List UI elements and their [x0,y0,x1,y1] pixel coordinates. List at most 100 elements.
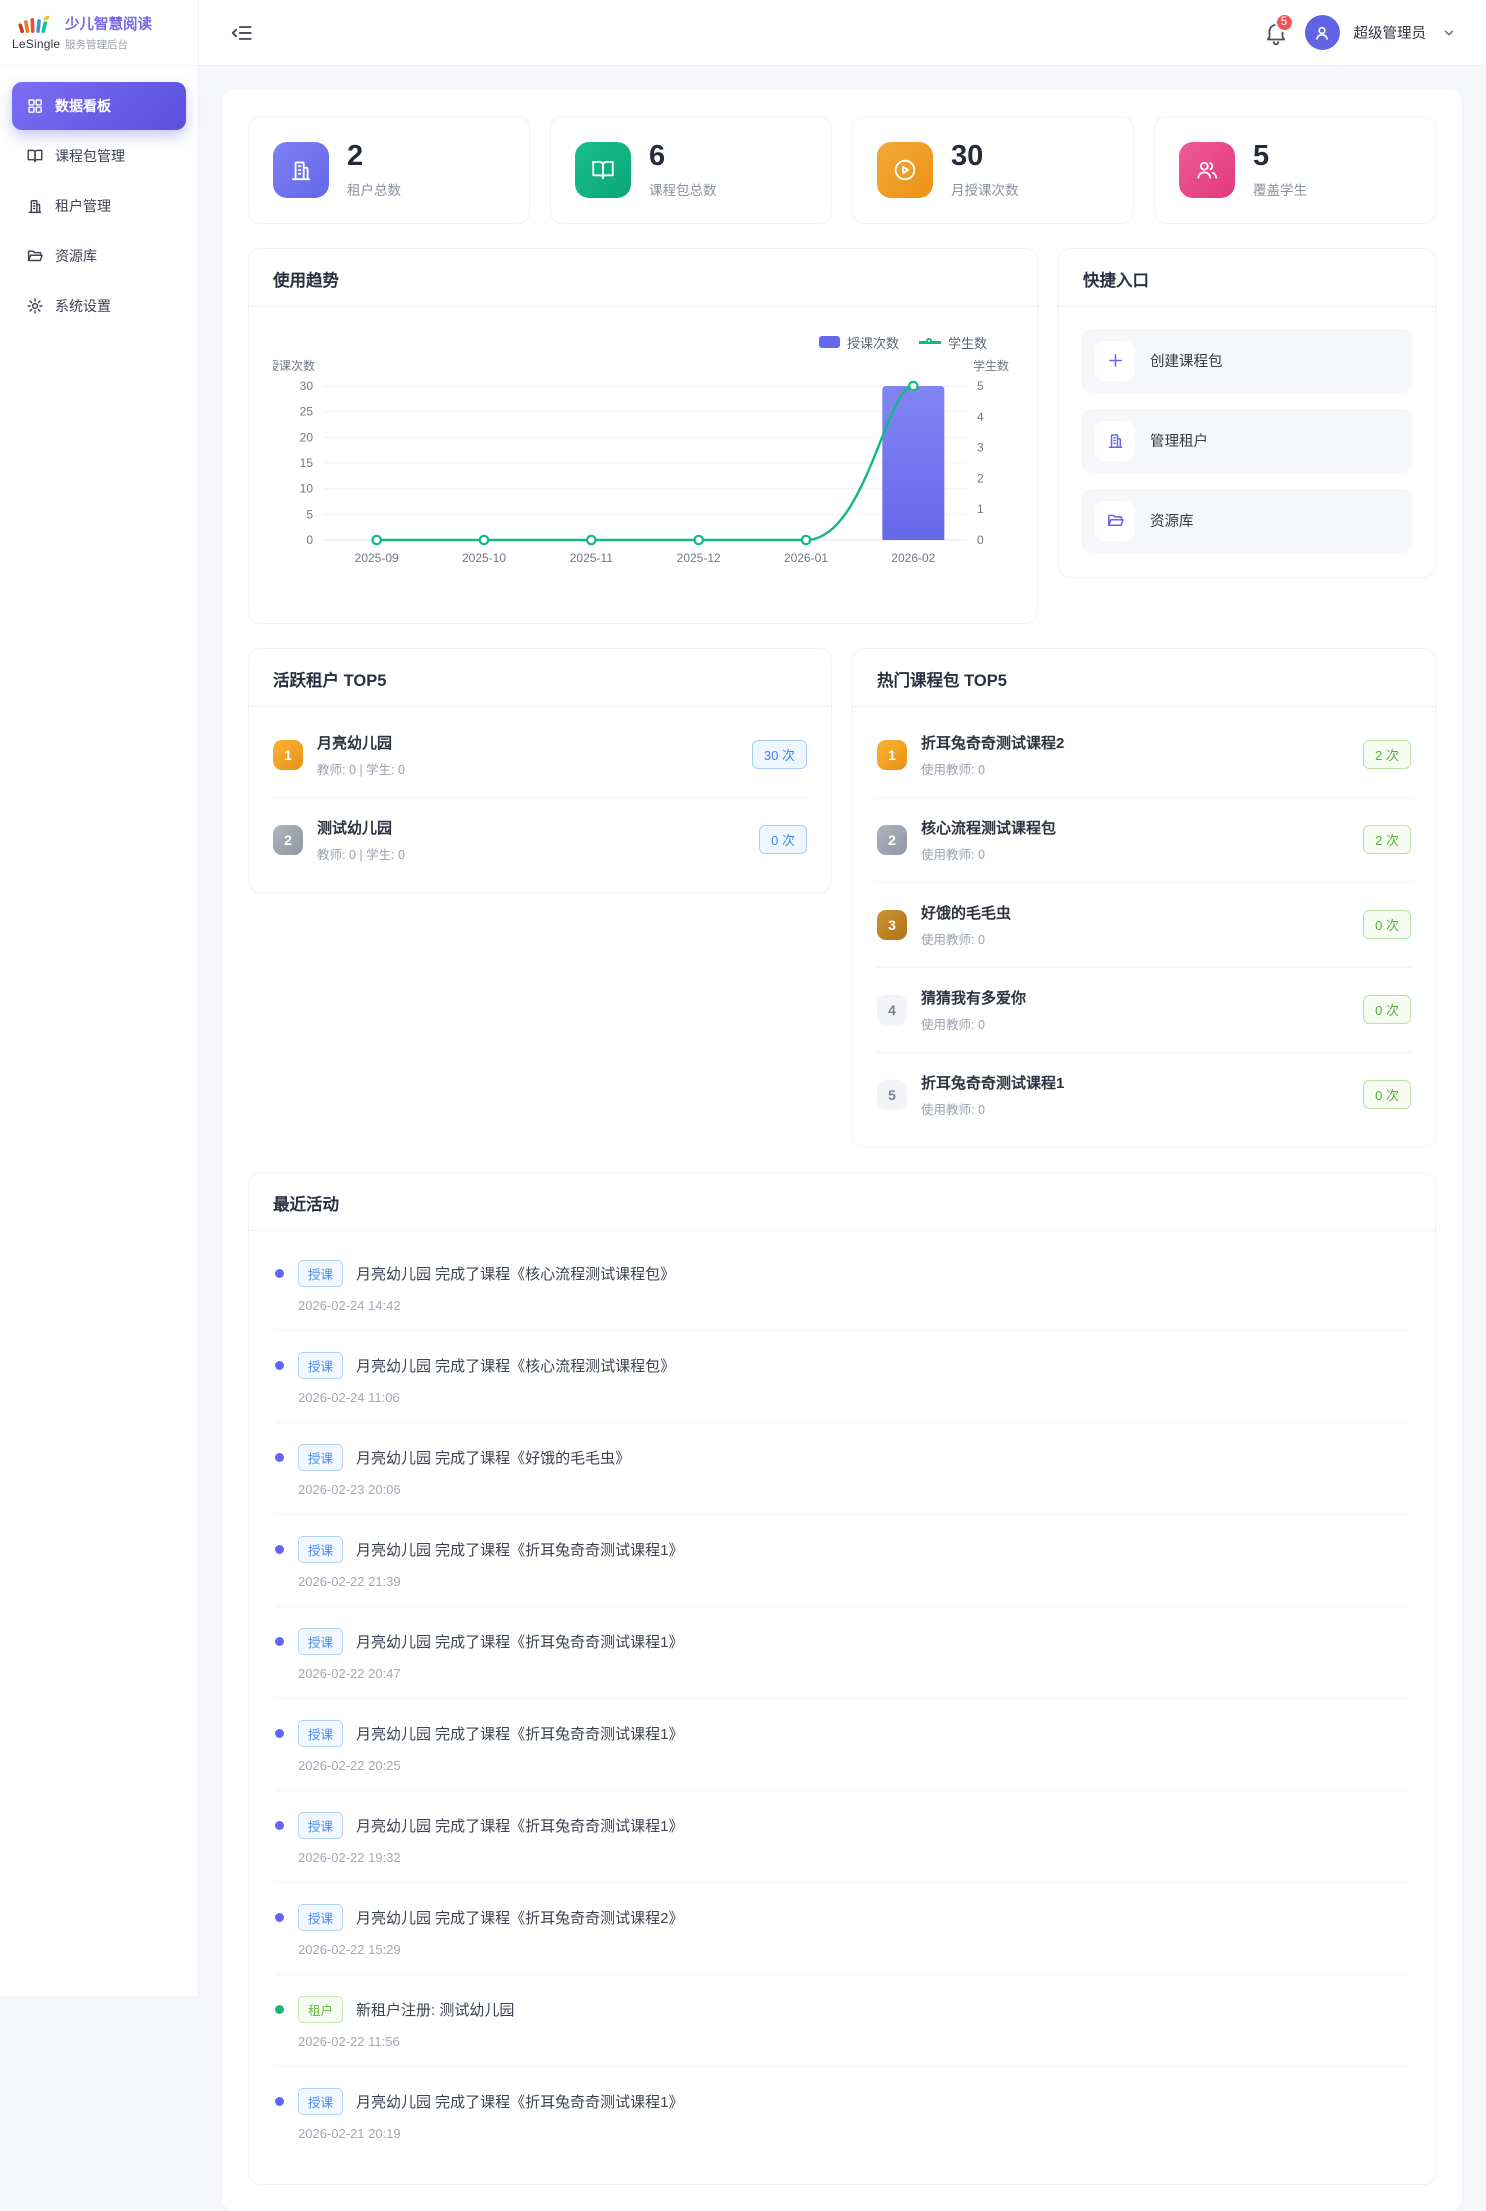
svg-text:2026-02: 2026-02 [891,551,935,565]
activity-list: 授课 月亮幼儿园 完成了课程《核心流程测试课程包》 2026-02-24 14:… [249,1231,1435,2184]
user-name[interactable]: 超级管理员 [1354,22,1427,43]
activity-tag: 授课 [298,1628,343,1655]
count-badge: 2 次 [1363,740,1411,769]
stat-card-students: 5 覆盖学生 [1154,116,1436,224]
activity-tag: 租户 [298,1996,343,2023]
avatar[interactable] [1305,15,1340,50]
activity-row: 租户 新租户注册: 测试幼儿园 2026-02-22 11:56 [275,1975,1409,2067]
panel-title: 活跃租户 TOP5 [249,649,831,707]
quick-link-manage-tenants[interactable]: 管理租户 [1081,409,1413,473]
sidebar-item-resources[interactable]: 资源库 [12,232,186,280]
activity-dot [275,1545,284,1554]
book-icon [26,147,44,165]
notifications-button[interactable]: 5 [1263,20,1289,46]
package-row: 2 核心流程测试课程包 使用教师: 0 2 次 [875,798,1413,883]
legend-item-line: 学生数 [919,333,987,352]
activity-time: 2026-02-22 19:32 [298,1850,1409,1865]
tenant-name: 月亮幼儿园 [317,732,405,753]
activity-dot [275,1361,284,1370]
svg-text:2026-01: 2026-01 [784,551,828,565]
tenant-row: 1 月亮幼儿园 教师: 0 | 学生: 0 30 次 [271,713,809,798]
tenant-meta: 教师: 0 | 学生: 0 [317,759,405,778]
chevron-down-icon[interactable] [1442,26,1456,40]
chart-legend: 授课次数 学生数 [273,325,1013,354]
svg-text:2025-10: 2025-10 [462,551,506,565]
package-name: 核心流程测试课程包 [921,817,1056,838]
sidebar-collapse-button[interactable] [229,20,255,46]
logo-bars-icon: LeSingle [12,14,58,51]
stat-label: 课程包总数 [649,179,717,199]
stat-card-tenants: 2 租户总数 [248,116,530,224]
rank-badge: 5 [877,1080,907,1110]
logo: LeSingle 少儿智慧阅读 服务管理后台 [0,0,198,66]
sidebar-item-dashboard[interactable]: 数据看板 [12,82,186,130]
sidebar-item-course-packages[interactable]: 课程包管理 [12,132,186,180]
rank-badge: 4 [877,995,907,1025]
legend-label: 学生数 [948,333,987,352]
quick-link-resources[interactable]: 资源库 [1081,489,1413,553]
svg-text:5: 5 [306,507,313,521]
legend-bar-swatch [819,336,840,348]
stat-card-course-packages: 6 课程包总数 [550,116,832,224]
rank-badge: 3 [877,910,907,940]
svg-text:2: 2 [977,471,984,485]
quick-link-label: 创建课程包 [1150,350,1223,371]
tenant-row: 2 测试幼儿园 教师: 0 | 学生: 0 0 次 [271,798,809,882]
quick-links-panel: 快捷入口 创建课程包 管理租户 [1058,248,1436,578]
activity-dot [275,1453,284,1462]
activity-dot [275,1269,284,1278]
sidebar-item-label: 课程包管理 [55,146,125,166]
stat-card-monthly-lessons: 30 月授课次数 [852,116,1134,224]
activity-dot [275,2005,284,2014]
activity-dot [275,1637,284,1646]
activity-row: 授课 月亮幼儿园 完成了课程《核心流程测试课程包》 2026-02-24 14:… [275,1239,1409,1331]
count-badge: 2 次 [1363,825,1411,854]
app-subtitle: 服务管理后台 [65,37,152,52]
activity-text: 月亮幼儿园 完成了课程《折耳兔奇奇测试课程1》 [356,1815,684,1836]
activity-text: 月亮幼儿园 完成了课程《核心流程测试课程包》 [356,1263,675,1284]
svg-text:0: 0 [306,533,313,547]
package-meta: 使用教师: 0 [921,844,1056,863]
activity-text: 月亮幼儿园 完成了课程《折耳兔奇奇测试课程1》 [356,1723,684,1744]
stats-row: 2 租户总数 6 课程包总数 30 [248,116,1436,224]
rank-badge: 2 [273,825,303,855]
package-row: 3 好饿的毛毛虫 使用教师: 0 0 次 [875,883,1413,968]
recent-activity-panel: 最近活动 授课 月亮幼儿园 完成了课程《核心流程测试课程包》 2026-02-2… [248,1172,1436,2185]
rank-badge: 1 [877,740,907,770]
activity-tag: 授课 [298,2088,343,2115]
package-name: 折耳兔奇奇测试课程2 [921,732,1064,753]
activity-row: 授课 月亮幼儿园 完成了课程《折耳兔奇奇测试课程1》 2026-02-22 19… [275,1791,1409,1883]
usage-trend-chart: 授课次数 学生数 051015202530012345授课次数学生数2025-0… [249,307,1037,623]
activity-time: 2026-02-22 20:25 [298,1758,1409,1773]
count-badge: 0 次 [1363,910,1411,939]
package-meta: 使用教师: 0 [921,1014,1026,1033]
activity-row: 授课 月亮幼儿园 完成了课程《折耳兔奇奇测试课程1》 2026-02-22 20… [275,1699,1409,1791]
activity-time: 2026-02-23 20:06 [298,1482,1409,1497]
gear-icon [26,297,44,315]
plus-icon [1095,341,1135,381]
legend-item-bar: 授课次数 [819,333,899,352]
svg-text:10: 10 [300,482,314,496]
package-name: 折耳兔奇奇测试课程1 [921,1072,1064,1093]
stat-label: 月授课次数 [951,179,1019,199]
package-meta: 使用教师: 0 [921,929,1011,948]
svg-text:20: 20 [300,430,314,444]
panel-title: 最近活动 [249,1173,1435,1231]
sidebar-item-label: 租户管理 [55,196,111,216]
rank-badge: 1 [273,740,303,770]
quick-link-label: 资源库 [1150,510,1194,531]
stat-value: 5 [1253,141,1307,173]
legend-line-swatch [919,341,941,344]
activity-time: 2026-02-22 11:56 [298,2034,1409,2049]
tenant-name: 测试幼儿园 [317,817,405,838]
count-badge: 30 次 [752,740,807,769]
sidebar-item-tenants[interactable]: 租户管理 [12,182,186,230]
svg-text:2025-12: 2025-12 [677,551,721,565]
quick-link-create-package[interactable]: 创建课程包 [1081,329,1413,393]
svg-text:4: 4 [977,410,984,424]
sidebar-item-settings[interactable]: 系统设置 [12,282,186,330]
activity-row: 授课 月亮幼儿园 完成了课程《核心流程测试课程包》 2026-02-24 11:… [275,1331,1409,1423]
stat-label: 租户总数 [347,179,401,199]
panel-title: 使用趋势 [249,249,1037,307]
activity-text: 月亮幼儿园 完成了课程《折耳兔奇奇测试课程1》 [356,1539,684,1560]
